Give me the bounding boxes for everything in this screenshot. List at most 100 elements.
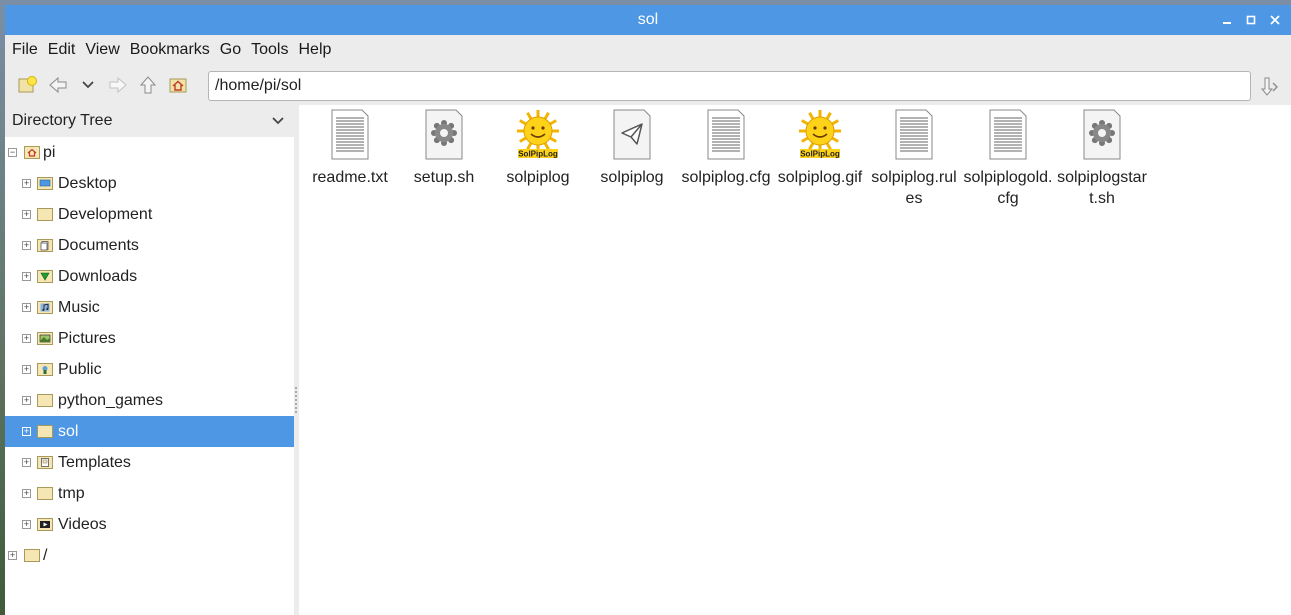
solpiplog-sun-icon: SolPipLog [796,109,844,161]
up-arrow-icon [139,76,157,94]
file-item[interactable]: SolPipLog solpiplog [491,109,585,188]
script-gear-icon [420,109,468,161]
go-arrow-icon [1260,77,1278,96]
tree-label: Music [58,298,100,316]
tree-label: sol [58,422,79,440]
file-item[interactable]: solpiplog.rules [867,109,961,209]
new-tab-button[interactable] [13,70,43,100]
expand-icon[interactable]: + [22,210,31,219]
file-name: readme.txt [312,169,388,186]
chevron-down-icon [82,81,94,89]
tree-item-videos[interactable]: + Videos [5,509,294,540]
tree-item-documents[interactable]: + Documents [5,230,294,261]
sidebar-mode-selector[interactable]: Directory Tree [5,105,294,137]
text-file-icon [984,109,1032,161]
file-item[interactable]: setup.sh [397,109,491,188]
expand-icon[interactable]: + [22,303,31,312]
title-bar[interactable]: sol [5,5,1291,35]
sidebar: Directory Tree − pi + Desktop + Development… [5,105,294,615]
tree-label: pi [43,143,56,161]
file-view: readme.txt setup.sh SolPipLog solpiplog solp… [299,105,1291,615]
forward-arrow-icon [109,76,127,94]
paper-plane-file-icon [608,109,656,161]
file-item[interactable]: solpiplogold.cfg [961,109,1055,209]
file-name: solpiplogold.cfg [963,169,1053,207]
tree-item-public[interactable]: + Public [5,354,294,385]
history-dropdown-button[interactable] [73,70,103,100]
documents-folder-icon [37,239,53,252]
expand-icon[interactable]: + [22,365,31,374]
collapse-icon[interactable]: − [8,148,17,157]
window-title: sol [637,11,659,28]
chevron-down-icon [272,117,284,125]
expand-icon[interactable]: + [22,520,31,529]
file-item[interactable]: solpiplogstart.sh [1055,109,1149,209]
home-folder-icon [24,146,40,159]
expand-icon[interactable]: + [22,241,31,250]
minimize-button[interactable] [1215,5,1239,35]
home-button[interactable] [163,70,193,100]
tree-item-sol[interactable]: + sol [5,416,294,447]
menu-view[interactable]: View [80,35,124,65]
tree-item-tmp[interactable]: + tmp [5,478,294,509]
tree-item-templates[interactable]: + Templates [5,447,294,478]
menu-help[interactable]: Help [293,35,336,65]
tree-item-development[interactable]: + Development [5,199,294,230]
tree-label: Videos [58,515,107,533]
tree-label: Templates [58,453,131,471]
tree-item-desktop[interactable]: + Desktop [5,168,294,199]
menu-bookmarks[interactable]: Bookmarks [125,35,215,65]
text-file-icon [890,109,938,161]
file-name: solpiplog.gif [777,169,863,186]
tree-item-pi[interactable]: − pi [5,137,294,168]
downloads-folder-icon [37,270,53,283]
menu-file[interactable]: File [7,35,43,65]
tree-label: Public [58,360,102,378]
file-name: solpiplog [506,169,570,186]
menu-edit[interactable]: Edit [43,35,81,65]
go-button[interactable] [1255,71,1285,101]
expand-icon[interactable]: + [22,489,31,498]
back-button[interactable] [43,70,73,100]
tree-label: python_games [58,391,163,409]
tree-label: Pictures [58,329,116,347]
expand-icon[interactable]: + [8,551,17,560]
file-item[interactable]: SolPipLog solpiplog.gif [773,109,867,188]
solpiplog-sun-icon: SolPipLog [514,109,562,161]
tree-label: / [43,546,48,564]
menu-go[interactable]: Go [215,35,246,65]
file-item[interactable]: readme.txt [303,109,397,188]
tree-item-pictures[interactable]: + Pictures [5,323,294,354]
svg-text:SolPipLog: SolPipLog [518,150,558,159]
videos-folder-icon [37,518,53,531]
tree-item-music[interactable]: + Music [5,292,294,323]
text-file-icon [702,109,750,161]
toolbar: /home/pi/sol [5,65,1291,105]
new-tab-icon [18,76,37,93]
forward-button[interactable] [103,70,133,100]
pictures-folder-icon [37,332,53,345]
expand-icon[interactable]: + [22,334,31,343]
file-item[interactable]: solpiplog.cfg [679,109,773,188]
expand-icon[interactable]: + [22,427,31,436]
expand-icon[interactable]: + [22,179,31,188]
tree-item-root[interactable]: + / [5,540,294,571]
music-folder-icon [37,301,53,314]
sidebar-header-label: Directory Tree [12,112,113,129]
menu-tools[interactable]: Tools [246,35,293,65]
up-button[interactable] [133,70,163,100]
folder-icon [37,394,53,407]
maximize-button[interactable] [1239,5,1263,35]
expand-icon[interactable]: + [22,458,31,467]
expand-icon[interactable]: + [22,396,31,405]
file-item[interactable]: solpiplog [585,109,679,188]
tree-item-downloads[interactable]: + Downloads [5,261,294,292]
tree-label: Development [58,205,153,223]
tree-item-python-games[interactable]: + python_games [5,385,294,416]
text-file-icon [326,109,374,161]
splitter-grip[interactable] [295,387,297,413]
expand-icon[interactable]: + [22,272,31,281]
svg-text:SolPipLog: SolPipLog [800,150,840,159]
location-bar[interactable]: /home/pi/sol [208,71,1251,101]
close-button[interactable] [1263,5,1287,35]
